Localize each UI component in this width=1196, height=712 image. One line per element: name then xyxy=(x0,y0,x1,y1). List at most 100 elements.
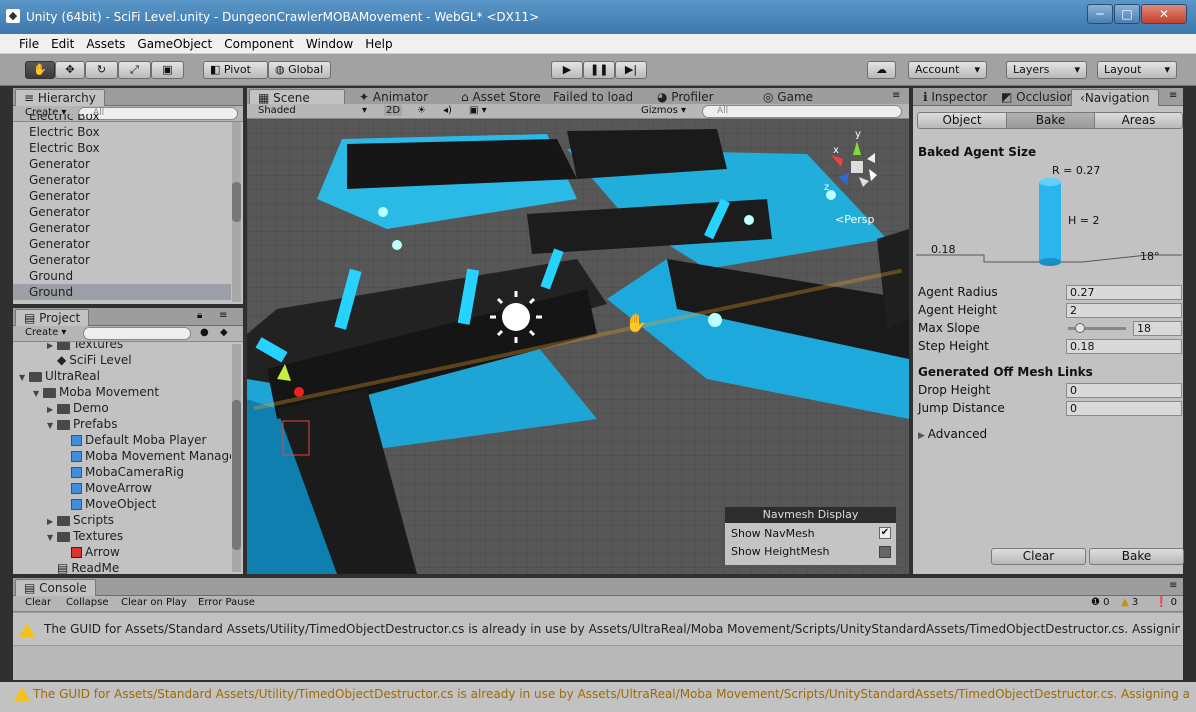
project-item[interactable]: ◆ SciFi Level xyxy=(13,352,231,368)
project-item[interactable]: Default Moba Player xyxy=(13,432,231,448)
lighting-toggle-icon[interactable]: ☀ xyxy=(417,105,426,116)
project-item[interactable]: ▶ Demo xyxy=(13,400,231,416)
show-heightmesh-checkbox[interactable] xyxy=(879,546,891,558)
menu-assets[interactable]: Assets xyxy=(80,34,131,51)
shading-mode-dropdown[interactable]: Shaded xyxy=(258,105,296,116)
project-item[interactable]: ▼ Prefabs xyxy=(13,416,231,432)
filter-label-icon[interactable]: ◆ xyxy=(220,327,228,338)
hierarchy-item[interactable]: Generator xyxy=(13,204,231,220)
tab-inspector[interactable]: ℹ Inspector xyxy=(915,89,995,106)
advanced-foldout[interactable]: ▶ Advanced xyxy=(918,427,987,441)
tab-object[interactable]: Object xyxy=(917,112,1007,129)
menu-window[interactable]: Window xyxy=(300,34,359,51)
menu-help[interactable]: Help xyxy=(359,34,398,51)
layout-dropdown[interactable]: Layout ▾ xyxy=(1097,61,1177,79)
console-clear-button[interactable]: Clear xyxy=(25,597,51,608)
agent-height-field[interactable]: 2 xyxy=(1066,303,1182,318)
menu-gameobject[interactable]: GameObject xyxy=(131,34,218,51)
gizmos-dropdown[interactable]: Gizmos ▾ xyxy=(641,105,686,116)
project-item[interactable]: Arrow xyxy=(13,544,231,560)
slider-thumb[interactable] xyxy=(1074,323,1085,333)
scroll-thumb[interactable] xyxy=(232,400,241,550)
warning-count-toggle[interactable]: ▲ 3 xyxy=(1121,597,1138,608)
scroll-thumb[interactable] xyxy=(232,182,241,222)
project-item[interactable]: ▼ UltraReal xyxy=(13,368,231,384)
layers-dropdown[interactable]: Layers ▾ xyxy=(1006,61,1087,79)
account-dropdown[interactable]: Account ▾ xyxy=(908,61,987,79)
2d-toggle[interactable]: 2D xyxy=(384,105,403,116)
project-item[interactable]: ▼ Moba Movement xyxy=(13,384,231,400)
play-button[interactable]: ▶ xyxy=(551,61,583,79)
rotate-tool-icon[interactable]: ↻ xyxy=(85,61,118,79)
project-item[interactable]: MobaCameraRig xyxy=(13,464,231,480)
hierarchy-item[interactable]: Ground xyxy=(13,284,231,300)
hierarchy-scrollbar[interactable] xyxy=(232,122,241,302)
tab-areas[interactable]: Areas xyxy=(1094,112,1183,129)
status-bar[interactable]: The GUID for Assets/Standard Assets/Util… xyxy=(0,682,1196,712)
hierarchy-item[interactable]: Generator xyxy=(13,236,231,252)
projection-toggle[interactable]: <Persp xyxy=(835,213,874,225)
tab-navigation[interactable]: ‹Navigation xyxy=(1071,89,1159,106)
project-item[interactable]: Moba Movement Manage xyxy=(13,448,231,464)
jump-distance-field[interactable]: 0 xyxy=(1066,401,1182,416)
close-button[interactable]: ✕ xyxy=(1141,4,1187,24)
drop-height-field[interactable]: 0 xyxy=(1066,383,1182,398)
menu-edit[interactable]: Edit xyxy=(45,34,80,51)
bake-button[interactable]: Bake xyxy=(1089,548,1184,565)
hierarchy-item[interactable]: Electric Box xyxy=(13,124,231,140)
tab-project[interactable]: ▤ Project xyxy=(15,309,90,326)
hierarchy-item[interactable]: Generator xyxy=(13,252,231,268)
project-scrollbar[interactable] xyxy=(232,344,241,572)
hierarchy-item[interactable]: Electric Box xyxy=(13,140,231,156)
audio-toggle-icon[interactable]: ◂) xyxy=(443,105,452,116)
error-pause-toggle[interactable]: Error Pause xyxy=(198,597,255,608)
scene-search-input[interactable]: All xyxy=(702,105,902,118)
minimize-button[interactable]: ─ xyxy=(1087,4,1113,24)
agent-radius-field[interactable]: 0.27 xyxy=(1066,285,1182,300)
max-slope-field[interactable]: 18 xyxy=(1133,321,1182,336)
global-toggle[interactable]: ◍ Global xyxy=(268,61,331,79)
project-item[interactable]: ▼ Textures xyxy=(13,528,231,544)
hierarchy-item[interactable]: Generator xyxy=(13,156,231,172)
hierarchy-item[interactable]: Ground xyxy=(13,268,231,284)
effects-toggle-icon[interactable]: ▣ ▾ xyxy=(469,105,487,116)
max-slope-slider[interactable] xyxy=(1068,323,1126,333)
project-item[interactable]: MoveArrow xyxy=(13,480,231,496)
console-log-entry[interactable]: The GUID for Assets/Standard Assets/Util… xyxy=(13,612,1183,646)
panel-menu-icon[interactable]: ≡ xyxy=(892,90,900,101)
tab-occlusion[interactable]: ◩ Occlusion xyxy=(993,89,1082,106)
rect-tool-icon[interactable]: ▣ xyxy=(151,61,184,79)
panel-menu-icon[interactable]: ≡ xyxy=(219,310,227,321)
scene-viewport[interactable]: ✋ y z x <Persp Navmesh Display Show NavM… xyxy=(247,119,909,574)
log-count-toggle[interactable]: ❶ 0 xyxy=(1091,597,1110,608)
hierarchy-item[interactable]: Electric Box xyxy=(13,114,231,124)
move-tool-icon[interactable]: ✥ xyxy=(55,61,85,79)
show-navmesh-checkbox[interactable]: ✔ xyxy=(879,527,891,539)
error-count-toggle[interactable]: ❗ 0 xyxy=(1155,597,1177,608)
panel-menu-icon[interactable]: ≡ xyxy=(1169,90,1177,101)
hierarchy-item[interactable]: Generator xyxy=(13,188,231,204)
scale-tool-icon[interactable]: ⤢ xyxy=(118,61,151,79)
hierarchy-item[interactable]: Generator xyxy=(13,220,231,236)
pause-button[interactable]: ❚❚ xyxy=(583,61,615,79)
hierarchy-item[interactable]: Generator xyxy=(13,172,231,188)
maximize-button[interactable]: □ xyxy=(1114,4,1140,24)
panel-menu-icon[interactable]: ≡ xyxy=(1169,580,1177,591)
cloud-icon[interactable]: ☁ xyxy=(867,61,896,79)
menu-component[interactable]: Component xyxy=(218,34,300,51)
hand-tool-icon[interactable]: ✋ xyxy=(25,61,55,79)
clear-bake-button[interactable]: Clear xyxy=(991,548,1086,565)
project-item[interactable]: MoveObject xyxy=(13,496,231,512)
project-item[interactable]: ▶ Scripts xyxy=(13,512,231,528)
orientation-gizmo[interactable]: y z x <Persp xyxy=(819,125,899,225)
lock-icon[interactable]: 🔒︎ xyxy=(197,310,202,321)
clear-on-play-toggle[interactable]: Clear on Play xyxy=(121,597,187,608)
tab-bake[interactable]: Bake xyxy=(1006,112,1095,129)
project-search-input[interactable] xyxy=(83,327,191,340)
tab-hierarchy[interactable]: ≡ Hierarchy xyxy=(15,89,105,106)
pivot-toggle[interactable]: ◧ Pivot xyxy=(203,61,268,79)
step-height-field[interactable]: 0.18 xyxy=(1066,339,1182,354)
console-collapse-toggle[interactable]: Collapse xyxy=(66,597,109,608)
step-button[interactable]: ▶| xyxy=(615,61,647,79)
filter-type-icon[interactable]: ● xyxy=(200,327,209,338)
